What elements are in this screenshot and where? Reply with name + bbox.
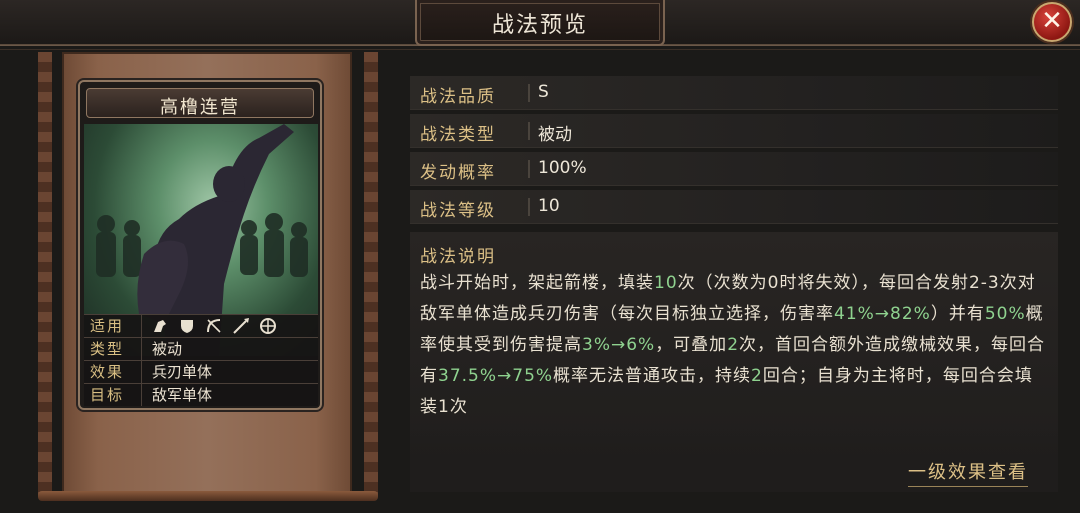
skill-card: 高橹连营 适用 类型 被动 效果 兵刃单体 目标 敌军单体 bbox=[78, 80, 322, 410]
info-row-chance: 发动概率 100% bbox=[410, 152, 1058, 186]
shield-icon bbox=[178, 317, 196, 335]
spear-icon bbox=[232, 317, 250, 335]
stat-row-applicable: 适用 bbox=[84, 314, 318, 337]
info-value-level: 10 bbox=[538, 196, 560, 216]
info-row-quality: 战法品质 S bbox=[410, 76, 1058, 110]
info-row-level: 战法等级 10 bbox=[410, 190, 1058, 224]
applicable-icons bbox=[142, 315, 277, 337]
stat-value-target: 敌军单体 bbox=[152, 386, 213, 404]
info-separator bbox=[528, 84, 530, 102]
info-row-type: 战法类型 被动 bbox=[410, 114, 1058, 148]
card-name-plate: 高橹连营 bbox=[86, 88, 314, 118]
stat-key-type: 类型 bbox=[84, 338, 142, 360]
info-label-quality: 战法品质 bbox=[420, 87, 496, 107]
cavalry-icon bbox=[151, 317, 169, 335]
stat-key-effect: 效果 bbox=[84, 361, 142, 383]
info-value-quality: S bbox=[538, 82, 549, 102]
description-highlight: 41%→82% bbox=[834, 304, 931, 324]
scroll-rod bbox=[38, 491, 378, 501]
info-separator bbox=[528, 160, 530, 178]
title-plate: 战法预览 bbox=[415, 0, 665, 46]
close-icon: ✕ bbox=[1041, 6, 1063, 36]
description-segment: 战斗开始时，架起箭楼，填装 bbox=[420, 273, 654, 293]
stat-key-target: 目标 bbox=[84, 384, 142, 406]
close-button[interactable]: ✕ bbox=[1032, 2, 1072, 42]
level-one-effect-link[interactable]: 一级效果查看 bbox=[908, 458, 1028, 487]
stat-row-target: 目标 敌军单体 bbox=[84, 383, 318, 406]
stat-row-type: 类型 被动 bbox=[84, 337, 318, 360]
info-separator bbox=[528, 122, 530, 140]
info-label-chance: 发动概率 bbox=[420, 163, 496, 183]
description-highlight: 50% bbox=[984, 304, 1026, 324]
description-highlight: 2 bbox=[727, 335, 740, 355]
scroll-post-right bbox=[364, 52, 378, 496]
description-segment: 概率无法普通攻击，持续 bbox=[553, 366, 752, 386]
info-label-type: 战法类型 bbox=[420, 125, 496, 145]
info-value-type: 被动 bbox=[538, 125, 572, 145]
description-highlight: 37.5%→75% bbox=[438, 366, 554, 386]
description-text: 战斗开始时，架起箭楼，填装10次（次数为0时将失效），每回合发射2-3次对敌军单… bbox=[420, 268, 1048, 423]
scroll-post-left bbox=[38, 52, 52, 496]
stat-key-applicable: 适用 bbox=[84, 315, 142, 337]
page-title: 战法预览 bbox=[491, 13, 588, 38]
card-name: 高橹连营 bbox=[160, 97, 240, 118]
description-heading: 战法说明 bbox=[420, 247, 496, 267]
card-stats: 适用 类型 被动 效果 兵刃单体 目标 敌军单体 bbox=[84, 314, 318, 406]
stat-value-effect: 兵刃单体 bbox=[152, 363, 213, 381]
description-box[interactable]: 战法说明 战斗开始时，架起箭楼，填装10次（次数为0时将失效），每回合发射2-3… bbox=[410, 232, 1058, 492]
stat-value-type: 被动 bbox=[152, 340, 183, 358]
bow-icon bbox=[205, 317, 223, 335]
description-highlight: 2 bbox=[751, 366, 763, 386]
stat-row-effect: 效果 兵刃单体 bbox=[84, 360, 318, 383]
info-value-chance: 100% bbox=[538, 158, 587, 178]
description-highlight: 10 bbox=[654, 273, 678, 293]
description-highlight: 3%→6% bbox=[582, 335, 656, 355]
description-segment: ）并有 bbox=[930, 304, 985, 324]
description-segment: ，可叠加 bbox=[655, 335, 728, 355]
info-label-level: 战法等级 bbox=[420, 201, 496, 221]
info-separator bbox=[528, 198, 530, 216]
siege-icon bbox=[259, 317, 277, 335]
